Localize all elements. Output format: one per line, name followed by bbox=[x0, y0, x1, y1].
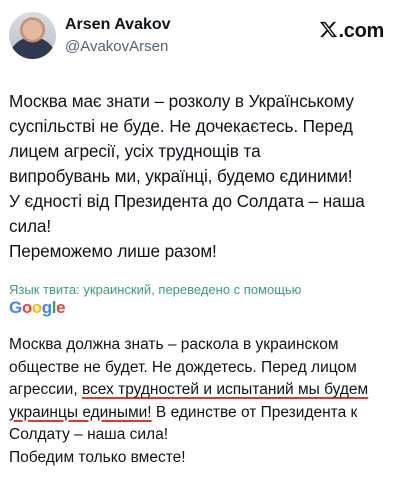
original-line: випробувань ми, українці, будемо єдиними… bbox=[9, 166, 353, 186]
translated-line: обществе не будет. Не дождетесь. Перед л… bbox=[9, 358, 357, 376]
x-brand: .com bbox=[319, 18, 384, 43]
tweet-translated-text: Москва должна знать – раскола в украинск… bbox=[9, 334, 397, 469]
translated-text-segment: В единстве от Президента к bbox=[151, 403, 358, 421]
translation-label[interactable]: Язык твита: украинский, переведено с пом… bbox=[9, 282, 301, 297]
original-line: сила! bbox=[9, 216, 52, 236]
original-line: Москва має знати – розколу в Українськом… bbox=[9, 91, 354, 111]
translated-line: Победим только вместе! bbox=[9, 448, 186, 466]
x-logo-icon bbox=[319, 21, 337, 38]
translated-line: агрессии, всех трудностей и испытаний мы… bbox=[9, 379, 397, 402]
translated-text-segment: агрессии, bbox=[9, 381, 82, 398]
translated-line: украинцы едиными! В единстве от Президен… bbox=[9, 402, 397, 425]
original-line: Переможемо лише разом! bbox=[9, 241, 217, 261]
tweet-original-text: Москва має знати – розколу в Українськом… bbox=[9, 89, 397, 264]
avatar[interactable] bbox=[9, 12, 56, 59]
highlighted-text: украинцы едиными! bbox=[9, 403, 152, 421]
translated-line: Москва должна знать – раскола в украинск… bbox=[9, 336, 339, 353]
original-line: лицем агресії, усіх труднощів та bbox=[9, 141, 261, 161]
author-name[interactable]: Arsen Avakov bbox=[65, 16, 171, 34]
google-logo: Google bbox=[9, 298, 66, 317]
highlighted-text: всех трудностей и испытаний мы будем bbox=[81, 381, 369, 398]
original-line: У єдності від Президента до Солдата – на… bbox=[9, 191, 365, 211]
brand-domain: .com bbox=[338, 20, 385, 42]
tweet-header: Arsen Avakov @AvakovArsen .com bbox=[0, 0, 402, 70]
author-handle[interactable]: @AvakovArsen bbox=[65, 38, 168, 55]
translated-line: Солдату – наша сила! bbox=[9, 426, 169, 443]
original-line: суспільстві не буде. Не дочекаєтесь. Пер… bbox=[9, 116, 353, 136]
